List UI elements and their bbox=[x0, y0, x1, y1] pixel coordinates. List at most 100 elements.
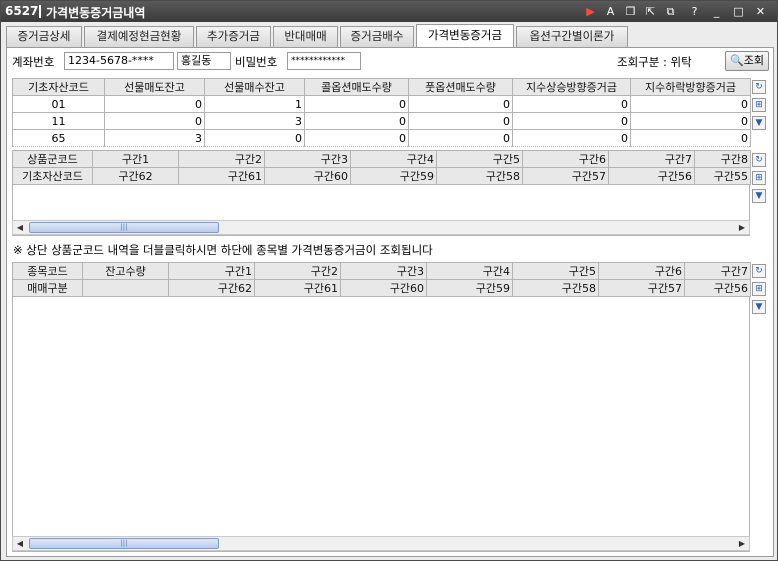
table-cell[interactable]: 0 bbox=[204, 129, 305, 147]
password-input[interactable]: ************ bbox=[287, 52, 361, 70]
column-header: 구간3 bbox=[264, 150, 351, 168]
column-header: 구간58 bbox=[512, 279, 599, 297]
header-row[interactable]: 기초자산코드 구간62 구간61 구간60 구간59 구간58 구간57 구간56 구간55 bbox=[12, 167, 751, 185]
column-header: 구간6 bbox=[522, 150, 609, 168]
pin-icon[interactable]: ⇱ bbox=[643, 4, 658, 19]
table-cell[interactable]: 0 bbox=[512, 112, 631, 130]
table-cell[interactable]: 0 bbox=[512, 95, 631, 113]
search-button[interactable]: 🔍조회 bbox=[725, 51, 769, 71]
chevron-down-icon[interactable]: ▼ bbox=[752, 189, 766, 203]
add-icon[interactable]: ⊞ bbox=[752, 98, 766, 112]
column-header: 구간62 bbox=[168, 279, 255, 297]
column-header: 구간1 bbox=[92, 150, 179, 168]
close-icon[interactable]: ✕ bbox=[753, 4, 768, 19]
column-header: 상품군코드 bbox=[12, 150, 93, 168]
tab-3[interactable]: 반대매매 bbox=[273, 26, 338, 47]
table-cell[interactable]: 0 bbox=[304, 95, 409, 113]
minimize-icon[interactable]: _ bbox=[709, 4, 724, 19]
table-row[interactable]: 11 0 3 0 0 0 0 bbox=[12, 112, 751, 130]
column-header: 구간5 bbox=[512, 262, 599, 280]
column-header: 구간56 bbox=[684, 279, 751, 297]
column-header: 구간2 bbox=[178, 150, 265, 168]
table-cell[interactable]: 3 bbox=[104, 129, 205, 147]
column-header: 구간56 bbox=[608, 167, 695, 185]
refresh-icon[interactable]: ↻ bbox=[752, 153, 766, 167]
header-row[interactable]: 상품군코드 구간1 구간2 구간3 구간4 구간5 구간6 구간7 구간8 bbox=[12, 150, 751, 168]
column-header: 구간58 bbox=[436, 167, 523, 185]
tab-2[interactable]: 추가증거금 bbox=[196, 26, 271, 47]
table-cell[interactable]: 01 bbox=[12, 95, 105, 113]
tab-1[interactable]: 결제예정현금현황 bbox=[84, 26, 194, 47]
column-header: 구간59 bbox=[426, 279, 513, 297]
table-cell[interactable]: 3 bbox=[204, 112, 305, 130]
add-icon[interactable]: ⊞ bbox=[752, 171, 766, 185]
column-header: 잔고수량 bbox=[82, 262, 169, 280]
header-row[interactable]: 매매구분 구간62 구간61 구간60 구간59 구간58 구간57 구간56 bbox=[12, 279, 751, 297]
play-icon[interactable]: ▶ bbox=[583, 4, 598, 19]
tab-5[interactable]: 가격변동증거금 bbox=[416, 24, 514, 47]
table-row[interactable]: 65 3 0 0 0 0 0 bbox=[12, 129, 751, 147]
header-row[interactable]: 종목코드 잔고수량 구간1 구간2 구간3 구간4 구간5 구간6 구간7 bbox=[12, 262, 751, 280]
tab-6[interactable]: 옵션구간별이론가 bbox=[516, 26, 628, 47]
tab-4[interactable]: 증거금배수 bbox=[340, 26, 414, 47]
table-cell[interactable]: 0 bbox=[630, 112, 751, 130]
table-cell[interactable]: 0 bbox=[104, 112, 205, 130]
item-grid[interactable]: 종목코드 잔고수량 구간1 구간2 구간3 구간4 구간5 구간6 구간7 매매구분 구간62 구간6… bbox=[12, 262, 751, 297]
scroll-thumb[interactable]: ||| bbox=[29, 538, 219, 549]
column-header: 구간7 bbox=[684, 262, 751, 280]
column-header: 선물매도잔고 bbox=[104, 78, 205, 96]
scroll-thumb[interactable]: ||| bbox=[29, 222, 219, 233]
query-type-label: 조회구분 : 위탁 bbox=[617, 55, 692, 69]
scroll-left-icon[interactable]: ◀ bbox=[13, 221, 27, 234]
header-row[interactable]: 기초자산코드 선물매도잔고 선물매수잔고 콜옵션매도수량 풋옵션매도수량 지수상승방향증거… bbox=[12, 78, 751, 96]
refresh-icon[interactable]: ↻ bbox=[752, 264, 766, 278]
name-field: 홍길동 bbox=[177, 52, 231, 70]
add-icon[interactable]: ⊞ bbox=[752, 282, 766, 296]
table-cell[interactable]: 0 bbox=[408, 129, 513, 147]
column-header: 구간57 bbox=[522, 167, 609, 185]
table-cell[interactable]: 65 bbox=[12, 129, 105, 147]
table-cell[interactable]: 0 bbox=[104, 95, 205, 113]
help-icon[interactable]: ? bbox=[687, 4, 702, 19]
table-cell[interactable]: 0 bbox=[408, 95, 513, 113]
font-icon[interactable]: A bbox=[603, 4, 618, 19]
account-label: 계좌번호 bbox=[12, 55, 55, 69]
table-cell[interactable]: 0 bbox=[630, 95, 751, 113]
horizontal-scrollbar[interactable]: ◀ ||| ▶ bbox=[12, 536, 750, 551]
scroll-right-icon[interactable]: ▶ bbox=[735, 537, 749, 550]
horizontal-scrollbar[interactable]: ◀ ||| ▶ bbox=[12, 220, 750, 235]
maximize-icon[interactable]: □ bbox=[731, 4, 746, 19]
window-icon[interactable]: ❐ bbox=[623, 4, 638, 19]
account-input[interactable]: 1234-5678-**** bbox=[64, 52, 174, 70]
main-panel: 계좌번호 1234-5678-**** 홍길동 비밀번호 ***********… bbox=[6, 47, 774, 557]
table-cell[interactable]: 11 bbox=[12, 112, 105, 130]
column-header bbox=[82, 279, 169, 297]
title-bar: 6527 가격변동증거금내역 ▶ A ❐ ⇱ ⧉? _ □ ✕ bbox=[1, 1, 777, 22]
column-header: 매매구분 bbox=[12, 279, 83, 297]
table-cell[interactable]: 0 bbox=[304, 129, 409, 147]
table-cell[interactable]: 0 bbox=[304, 112, 409, 130]
table-cell[interactable]: 0 bbox=[408, 112, 513, 130]
table-cell[interactable]: 0 bbox=[512, 129, 631, 147]
password-label: 비밀번호 bbox=[235, 55, 278, 69]
table-row[interactable]: 01 0 1 0 0 0 0 bbox=[12, 95, 751, 113]
table-cell[interactable]: 0 bbox=[630, 129, 751, 147]
column-header: 구간61 bbox=[178, 167, 265, 185]
product-group-grid[interactable]: 상품군코드 구간1 구간2 구간3 구간4 구간5 구간6 구간7 구간8 기초자산코드 구간62 구… bbox=[12, 150, 751, 185]
scroll-left-icon[interactable]: ◀ bbox=[13, 537, 27, 550]
summary-grid[interactable]: 기초자산코드 선물매도잔고 선물매수잔고 콜옵션매도수량 풋옵션매도수량 지수상승방향증거… bbox=[12, 78, 751, 147]
column-header: 구간6 bbox=[598, 262, 685, 280]
tab-0[interactable]: 증거금상세 bbox=[6, 26, 82, 47]
table-cell[interactable]: 1 bbox=[204, 95, 305, 113]
scroll-right-icon[interactable]: ▶ bbox=[735, 221, 749, 234]
chevron-down-icon[interactable]: ▼ bbox=[752, 116, 766, 130]
search-button-label: 조회 bbox=[743, 54, 764, 67]
link-icon[interactable]: ⧉ bbox=[663, 4, 678, 19]
column-header: 구간8 bbox=[694, 150, 751, 168]
column-header: 구간2 bbox=[254, 262, 341, 280]
refresh-icon[interactable]: ↻ bbox=[752, 80, 766, 94]
column-header: 지수하락방향증거금 bbox=[630, 78, 751, 96]
chevron-down-icon[interactable]: ▼ bbox=[752, 300, 766, 314]
title-separator bbox=[39, 5, 41, 18]
column-header: 구간59 bbox=[350, 167, 437, 185]
